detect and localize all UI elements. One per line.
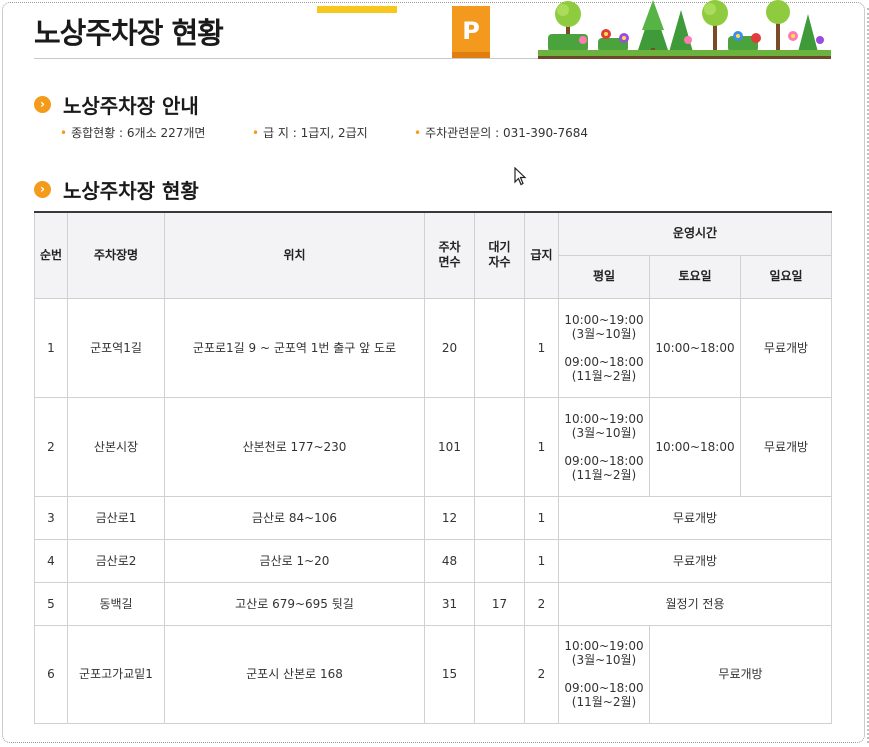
header-no: 순번 — [34, 211, 68, 299]
cell-grade: 1 — [524, 396, 559, 497]
cell-no: 1 — [34, 297, 68, 398]
cell-waiting — [474, 297, 525, 398]
table-row: 4 금산로2 금산로 1~20 48 1 무료개방 — [34, 538, 833, 583]
header-weekday: 평일 — [558, 254, 650, 299]
cell-weekend: 무료개방 — [648, 624, 833, 724]
cell-name: 금산로1 — [67, 495, 165, 540]
cell-spaces: 48 — [424, 538, 475, 583]
info-contact: • 주차관련문의 : 031-390-7684 — [414, 124, 588, 141]
cell-sunday: 무료개방 — [739, 396, 833, 497]
info-grade-text: 급 지 : 1급지, 2급지 — [263, 126, 368, 140]
cell-grade: 2 — [524, 624, 559, 724]
bullet-dot-icon: • — [414, 125, 422, 140]
header-name: 주차장명 — [67, 211, 165, 299]
cell-hours: 무료개방 — [557, 495, 833, 540]
cell-hours: 무료개방 — [557, 538, 833, 583]
header-hours: 운영시간 — [557, 211, 833, 256]
cell-waiting: 17 — [474, 581, 525, 626]
cell-spaces: 15 — [424, 624, 475, 724]
table-row: 2 산본시장 산본천로 177~230 101 1 10:00~19:00 (3… — [34, 396, 833, 497]
header-saturday: 토요일 — [649, 254, 741, 299]
cell-grade: 1 — [524, 495, 559, 540]
table-row: 3 금산로1 금산로 84~106 12 1 무료개방 — [34, 495, 833, 540]
cell-weekday: 10:00~19:00 (3월~10월) 09:00~18:00 (11월~2월… — [558, 297, 650, 398]
header-spaces: 주차 면수 — [424, 211, 475, 299]
header-ground-line — [538, 56, 831, 59]
mouse-cursor-icon — [514, 167, 527, 186]
table-row: 5 동백길 고산로 679~695 뒷길 31 17 2 월정기 전용 — [34, 581, 833, 626]
trees-flowers-decoration — [538, 0, 831, 57]
cell-name: 군포역1길 — [67, 297, 165, 398]
cell-waiting — [474, 396, 525, 497]
cell-waiting — [474, 495, 525, 540]
cell-spaces: 101 — [424, 396, 475, 497]
cell-no: 6 — [34, 624, 68, 724]
cell-location: 금산로 84~106 — [164, 495, 425, 540]
cell-name: 금산로2 — [67, 538, 165, 583]
cell-grade: 2 — [524, 581, 559, 626]
header-waiting: 대기 자수 — [474, 211, 525, 299]
table-header-row: 순번 주차장명 위치 주차 면수 대기 자수 급지 운영시간 — [34, 211, 833, 299]
cell-hours: 월정기 전용 — [557, 581, 833, 626]
cell-grade: 1 — [524, 538, 559, 583]
guide-info-row: • 종합현황 : 6개소 227개면 • 급 지 : 1급지, 2급지 • 주차… — [60, 124, 588, 141]
status-section-title: › 노상주차장 현황 — [34, 175, 199, 204]
cell-location: 군포로1길 9 ~ 군포역 1번 출구 앞 도로 — [164, 297, 425, 398]
info-contact-text: 주차관련문의 : 031-390-7684 — [425, 126, 588, 140]
chevron-circle-icon: › — [34, 96, 51, 113]
cell-location: 금산로 1~20 — [164, 538, 425, 583]
cell-no: 5 — [34, 581, 68, 626]
header-grade: 급지 — [524, 211, 559, 299]
cell-no: 4 — [34, 538, 68, 583]
chevron-circle-icon: › — [34, 181, 51, 198]
header-sunday: 일요일 — [739, 254, 833, 299]
cell-waiting — [474, 538, 525, 583]
table-row: 1 군포역1길 군포로1길 9 ~ 군포역 1번 출구 앞 도로 20 1 10… — [34, 297, 833, 398]
cell-weekday: 10:00~19:00 (3월~10월) 09:00~18:00 (11월~2월… — [558, 396, 650, 497]
cell-saturday: 10:00~18:00 — [649, 297, 741, 398]
header-banner-strip — [317, 6, 397, 13]
cell-sunday: 무료개방 — [739, 297, 833, 398]
cell-spaces: 31 — [424, 581, 475, 626]
cell-spaces: 20 — [424, 297, 475, 398]
guide-section-title: › 노상주차장 안내 — [34, 90, 199, 119]
info-grade: • 급 지 : 1급지, 2급지 — [252, 124, 414, 141]
cell-location: 군포시 산본로 168 — [164, 624, 425, 724]
status-title-text: 노상주차장 현황 — [63, 179, 199, 203]
cell-spaces: 12 — [424, 495, 475, 540]
cell-location: 산본천로 177~230 — [164, 396, 425, 497]
bullet-dot-icon: • — [60, 125, 68, 140]
cell-weekday: 10:00~19:00 (3월~10월) 09:00~18:00 (11월~2월… — [558, 624, 650, 724]
cell-name: 동백길 — [67, 581, 165, 626]
parking-status-table: 순번 주차장명 위치 주차 면수 대기 자수 급지 운영시간 평일 토요일 일요일 … — [34, 211, 833, 724]
table-row: 6 군포고가교밑1 군포시 산본로 168 15 2 10:00~19:00 (… — [34, 624, 833, 724]
bullet-dot-icon: • — [252, 125, 260, 140]
header-location: 위치 — [164, 211, 425, 299]
cell-no: 2 — [34, 396, 68, 497]
cell-name: 군포고가교밑1 — [67, 624, 165, 724]
info-summary-text: 종합현황 : 6개소 227개면 — [71, 126, 206, 140]
parking-sign-icon: P — [452, 6, 490, 58]
frame-shadow — [863, 8, 869, 743]
cell-saturday: 10:00~18:00 — [649, 396, 741, 497]
guide-title-text: 노상주차장 안내 — [63, 94, 199, 118]
cell-name: 산본시장 — [67, 396, 165, 497]
info-summary: • 종합현황 : 6개소 227개면 — [60, 124, 252, 141]
cell-location: 고산로 679~695 뒷길 — [164, 581, 425, 626]
cell-no: 3 — [34, 495, 68, 540]
page-title: 노상주차장 현황 — [34, 16, 224, 50]
cell-grade: 1 — [524, 297, 559, 398]
cell-waiting — [474, 624, 525, 724]
